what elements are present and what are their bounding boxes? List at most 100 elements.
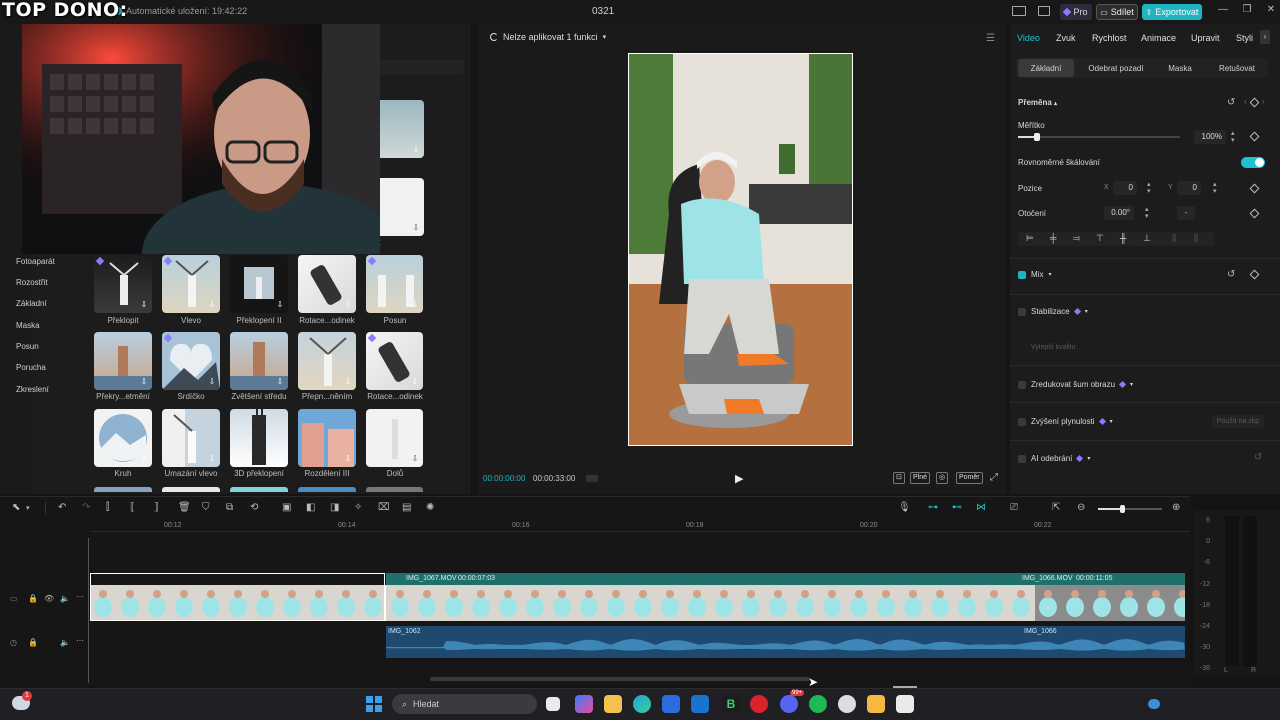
stabilize-section[interactable]: Stabilizace ▾ (1018, 307, 1088, 316)
split-left-icon[interactable]: ⟦ (130, 502, 135, 513)
effect-tile[interactable] (94, 487, 152, 492)
mix-section[interactable]: Mix ▾ (1018, 270, 1051, 279)
focus-icon[interactable]: ◎ (936, 472, 949, 484)
aspect-ratio-button[interactable]: Poměr (956, 472, 983, 484)
play-icon[interactable]: ▶ (735, 472, 743, 485)
subtab-remove-bg[interactable]: Odebrat pozadí (1080, 59, 1152, 77)
zoom-out-icon[interactable]: ⊖ (1077, 502, 1085, 513)
scale-slider[interactable] (1018, 133, 1180, 141)
opera-icon[interactable] (750, 695, 768, 713)
capcut-icon[interactable] (896, 695, 914, 713)
subtab-mask[interactable]: Maska (1156, 59, 1204, 77)
category-item[interactable]: Zkreslení (16, 385, 49, 394)
clip-header[interactable]: IMG_1067.MOV 00:00:07:03 IMG_1066.MOV 00… (386, 573, 1185, 585)
effect-tile[interactable]: ⇩ (230, 255, 288, 313)
stepper-icon[interactable]: ▴ ▾ (1147, 181, 1151, 195)
more-icon[interactable]: ⋯ (76, 592, 84, 601)
zoom-knob[interactable] (1120, 505, 1125, 513)
image-icon[interactable]: ▤ (402, 502, 411, 513)
effect-tile[interactable]: ⇩ (298, 255, 356, 313)
link-icon[interactable]: ⊷ (952, 502, 962, 513)
effect-tile[interactable] (366, 487, 423, 492)
reset-icon[interactable]: ↺ (1254, 452, 1262, 463)
shield-icon[interactable]: ⛉ (202, 502, 210, 513)
mix-checkbox[interactable] (1018, 270, 1026, 279)
crop-icon[interactable]: ⊡ (893, 472, 905, 484)
taskbar-search[interactable]: ⌕ Hledat (392, 694, 537, 714)
denoise-checkbox[interactable] (1018, 380, 1026, 389)
ai-remove-checkbox[interactable] (1018, 454, 1026, 463)
shortcut-icon[interactable] (1038, 6, 1050, 16)
rotation-input[interactable]: 0.00° (1104, 206, 1134, 220)
align-bottom-icon[interactable]: ⊥ (1143, 233, 1151, 244)
ai-remove-section[interactable]: AI odebrání ▾ (1018, 454, 1090, 463)
effect-tile[interactable]: ⇩ (94, 409, 152, 467)
effect-tile[interactable]: ⇩ (94, 332, 152, 390)
chevron-right-icon[interactable]: › (1260, 30, 1270, 44)
zoom-slider[interactable] (1098, 505, 1162, 513)
category-item[interactable]: Fotoaparát (16, 257, 55, 266)
selected-clip[interactable] (90, 573, 385, 621)
export-button[interactable]: ⇪ Exportovat (1142, 4, 1202, 20)
fullscreen-icon[interactable]: ⤢ (990, 472, 998, 483)
delete-icon[interactable]: 🗑 (178, 502, 191, 513)
align-top-icon[interactable]: ⊤ (1096, 233, 1104, 244)
effect-tile[interactable]: ⇩ (230, 332, 288, 390)
effect-tile[interactable]: ⇩ (162, 332, 220, 390)
share-button[interactable]: ▭ Sdílet (1096, 4, 1138, 20)
chevron-down-icon[interactable]: ▾ (26, 504, 30, 512)
timeline-scrollbar[interactable] (430, 677, 810, 681)
more-icon[interactable]: ⋯ (76, 636, 84, 645)
player-status[interactable]: Nelze aplikovat 1 funkci ▾ (490, 32, 606, 42)
tab-audio[interactable]: Zvuk (1056, 33, 1076, 43)
subtab-basic[interactable]: Základní (1018, 59, 1074, 77)
pro-button[interactable]: Pro (1060, 4, 1092, 20)
close-icon[interactable]: ✕ (1262, 4, 1280, 20)
category-item[interactable]: Posun (16, 342, 39, 351)
align-left-icon[interactable]: ⊨ (1026, 233, 1034, 244)
b-app-icon[interactable]: B (722, 695, 740, 713)
transform-section[interactable]: Přeměna ▴ (1018, 98, 1057, 107)
effect-tile[interactable] (298, 487, 356, 492)
zoom-in-icon[interactable]: ⊕ (1172, 502, 1180, 513)
denoise-section[interactable]: Zredukovat šum obrazu ▾ (1018, 380, 1133, 389)
copilot-icon[interactable] (575, 695, 593, 713)
scale-input[interactable]: 100% (1194, 130, 1226, 144)
category-item[interactable]: Rozostřit (16, 278, 48, 287)
app-icon[interactable] (867, 695, 885, 713)
windows-start-icon[interactable] (366, 696, 382, 712)
align-middle-icon[interactable]: ╫ (1120, 233, 1126, 243)
reset-icon[interactable]: ↺ (1227, 269, 1235, 280)
tab-speed[interactable]: Rychlost (1092, 33, 1127, 43)
media-search-field[interactable] (380, 60, 464, 74)
scale-knob[interactable] (1034, 133, 1041, 141)
tab-video[interactable]: Video (1017, 33, 1040, 43)
eye-icon[interactable]: 👁 (44, 594, 54, 603)
menu-icon[interactable]: ☰ (986, 33, 995, 44)
effect-tile[interactable]: ⇩ (94, 255, 152, 313)
obs-icon[interactable] (838, 695, 856, 713)
smoothness-checkbox[interactable] (1018, 417, 1026, 426)
stepper-icon[interactable]: ▴ ▾ (1145, 206, 1149, 220)
effect-tile[interactable]: ⇩ (162, 255, 220, 313)
use-trial-button[interactable]: Použít na zkp (1212, 415, 1264, 428)
caption-icon[interactable]: ⌧ (378, 502, 390, 513)
split-icon[interactable]: ⫿ (106, 502, 109, 513)
undo-icon[interactable]: ↶ (58, 502, 66, 513)
category-item[interactable]: Maska (16, 321, 40, 330)
redo-icon[interactable]: ↷ (82, 502, 90, 513)
time-ruler[interactable] (90, 520, 1190, 532)
category-item[interactable]: Porucha (16, 363, 46, 372)
task-view-icon[interactable] (546, 697, 560, 711)
effect-tile[interactable] (162, 487, 220, 492)
effect-tile[interactable]: ⇩ (366, 255, 423, 313)
speaker-icon[interactable]: 🔈 (60, 594, 70, 603)
tab-style[interactable]: Styli (1236, 33, 1253, 43)
tab-adjust[interactable]: Upravit (1191, 33, 1220, 43)
uniform-scale-toggle[interactable] (1241, 157, 1265, 168)
microphone-icon[interactable]: 🎙 (898, 502, 911, 513)
lock-icon[interactable]: 🔒 (28, 594, 38, 603)
file-explorer-icon[interactable] (604, 695, 622, 713)
track-audio-icon[interactable]: ◷ (10, 638, 17, 647)
prev-keyframe-icon[interactable]: ‹ (1244, 97, 1247, 106)
